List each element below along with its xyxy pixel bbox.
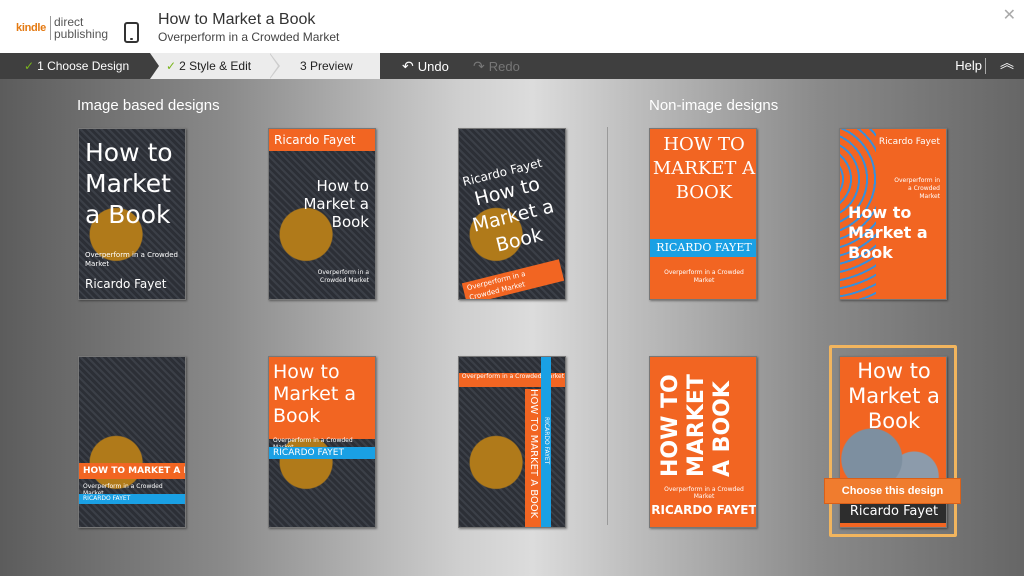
cover-subtitle: Overperform in a Crowded Market xyxy=(85,251,178,268)
cover-title: How to Market a Book xyxy=(848,203,928,262)
wizard-steps: ✓ 1 Choose Design ✓ 2 Style & Edit 3 Previ… xyxy=(0,53,380,79)
undo-label: Undo xyxy=(417,59,449,74)
redo-button[interactable]: ↷ Redo xyxy=(473,53,520,79)
logo-kindle: kindle xyxy=(16,22,46,34)
close-icon[interactable]: ✕ xyxy=(1003,5,1016,25)
logo-dp: direct publishing xyxy=(50,16,108,40)
cover-subtitle: Overperform in a Crowded Market xyxy=(664,486,744,500)
step-label: 1 Choose Design xyxy=(37,59,130,73)
check-icon: ✓ xyxy=(166,59,177,73)
cover-author: Ricardo Fayet xyxy=(85,277,167,291)
step-label: 3 Preview xyxy=(300,59,353,73)
book-subtitle: Overperform in a Crowded Market xyxy=(158,30,340,44)
design-cover-6[interactable]: HOW TO MARKET A BOOK Overperform in a Cr… xyxy=(78,356,186,528)
cover-title: HOW TO MARKET A BOOK xyxy=(79,463,185,479)
design-cover-1[interactable]: How to Market a Book Overperform in a Cr… xyxy=(78,128,186,300)
check-icon: ✓ xyxy=(24,59,35,73)
step-choose-design[interactable]: ✓ 1 Choose Design xyxy=(0,53,150,79)
design-cover-9[interactable]: HOW TO MARKET A BOOK Overperform in a Cr… xyxy=(649,356,757,528)
design-cover-5[interactable]: Ricardo Fayet Overperform in a Crowded M… xyxy=(839,128,947,300)
image-designs-heading: Image based designs xyxy=(77,97,220,114)
collapse-icon[interactable]: ︽ xyxy=(1000,56,1014,70)
cover-author: RICARDO FAYET xyxy=(651,503,757,517)
cover-author: RICARDO FAYET xyxy=(650,239,756,257)
design-cover-3[interactable]: Ricardo Fayet How to Market a Book Overp… xyxy=(458,128,566,300)
kdp-logo: kindle direct publishing xyxy=(16,14,108,42)
cover-author: RICARDO FAYET xyxy=(543,417,550,465)
undo-button[interactable]: ↶ Undo xyxy=(402,53,449,79)
cover-title: HOW TO MARKET A BOOK xyxy=(658,374,735,477)
cover-author: RICARDO FAYET xyxy=(79,494,185,504)
section-divider xyxy=(607,127,608,525)
toolbar: ✓ 1 Choose Design ✓ 2 Style & Edit 3 Previ… xyxy=(0,53,1024,79)
cover-title: How to Market a Book xyxy=(303,177,369,231)
step-label: 2 Style & Edit xyxy=(179,59,252,73)
choose-design-button[interactable]: Choose this design xyxy=(824,478,961,504)
device-preview-icon[interactable] xyxy=(124,22,139,43)
cover-title: HOW TO MARKET A BOOK xyxy=(528,389,539,519)
design-cover-8[interactable]: Overperform in a Crowded Market HOW TO M… xyxy=(458,356,566,528)
design-cover-2[interactable]: Ricardo Fayet How to Market a Book Overp… xyxy=(268,128,376,300)
cover-author: Ricardo Fayet xyxy=(878,137,940,147)
book-title: How to Market a Book xyxy=(158,11,316,28)
help-link[interactable]: Help xyxy=(955,53,982,79)
cover-subtitle: Overperform in a Crowded Market xyxy=(317,269,369,284)
redo-icon: ↷ xyxy=(473,58,485,74)
cover-subtitle: Overperform in a Crowded Market xyxy=(664,269,744,284)
cover-title: HOW TO MARKET A BOOK xyxy=(652,134,756,203)
header: kindle direct publishing How to Market a … xyxy=(0,0,1024,53)
design-cover-7[interactable]: How to Market a Book Overperform in a Cr… xyxy=(268,356,376,528)
step-preview[interactable]: 3 Preview xyxy=(272,53,378,79)
cover-author: RICARDO FAYET xyxy=(269,447,375,459)
logo-line2: publishing xyxy=(54,27,109,41)
step-style-edit[interactable]: ✓ 2 Style & Edit xyxy=(150,53,270,79)
toolbar-divider xyxy=(985,58,986,74)
nonimage-designs-heading: Non-image designs xyxy=(649,97,779,114)
selected-design-highlight xyxy=(829,345,957,537)
undo-icon: ↶ xyxy=(402,58,414,74)
cover-subtitle: Overperform in a Crowded Market xyxy=(894,177,940,200)
cover-title: How to Market a Book xyxy=(85,138,173,229)
design-cover-4[interactable]: HOW TO MARKET A BOOK RICARDO FAYET Overp… xyxy=(649,128,757,300)
cover-title: How to Market a Book xyxy=(273,361,356,427)
redo-label: Redo xyxy=(488,59,520,74)
cover-author: Ricardo Fayet xyxy=(269,129,375,151)
